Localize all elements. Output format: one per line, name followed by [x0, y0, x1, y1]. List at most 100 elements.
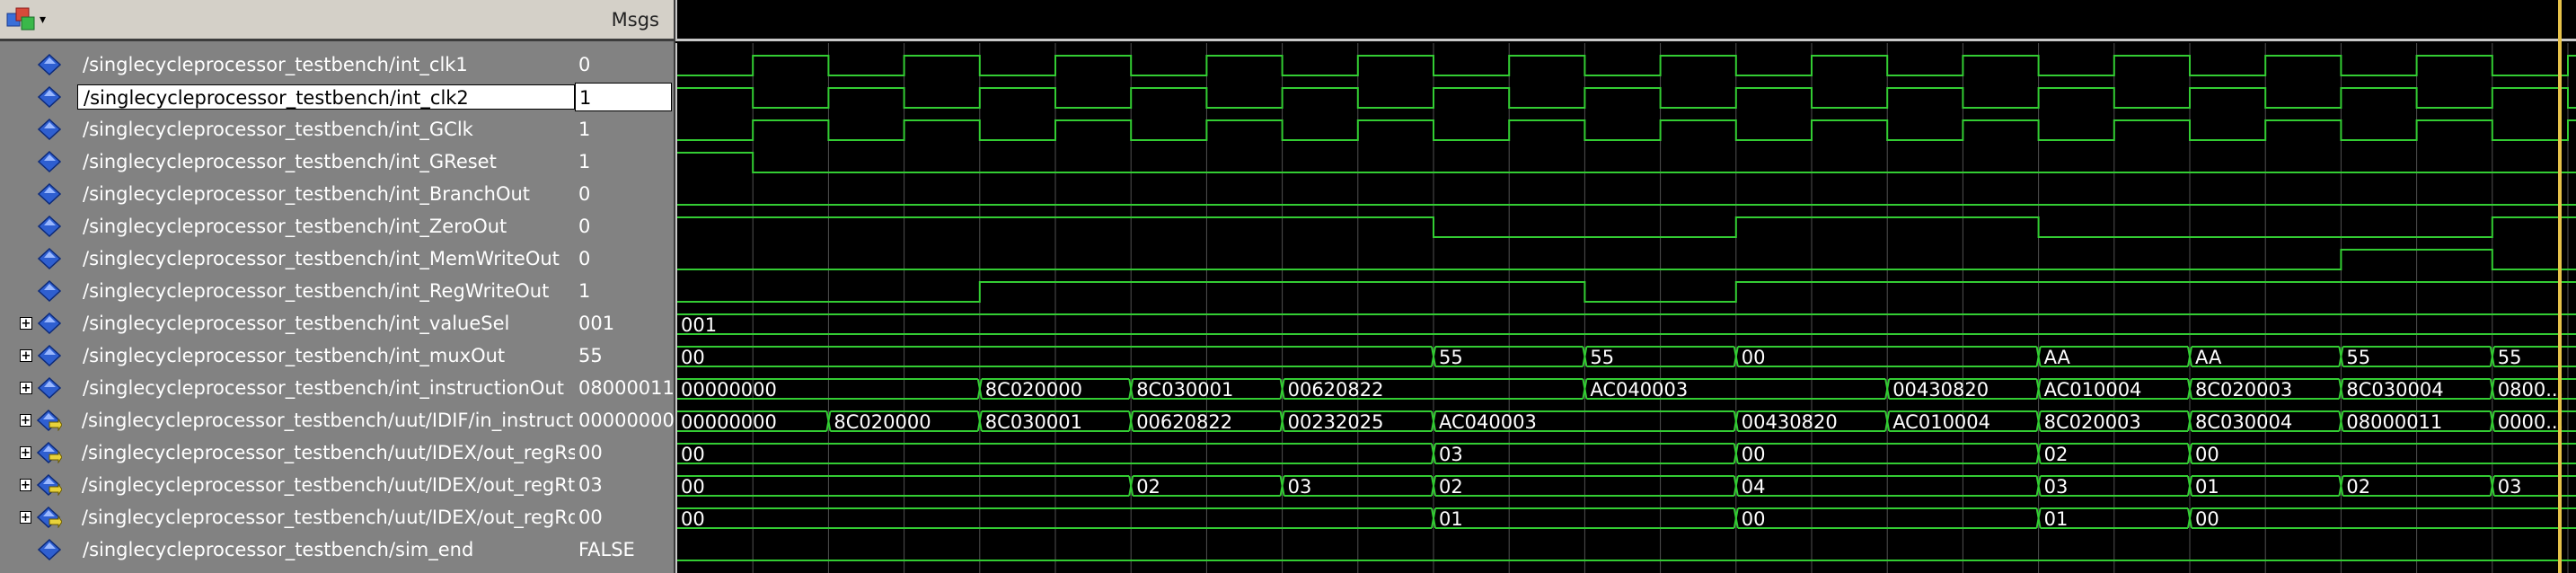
wave-window: ▾ /singlecycleprocessor_testbench/int_cl… [0, 0, 2576, 573]
signal-row[interactable]: /singlecycleprocessor_testbench/int_RegW… [0, 277, 575, 305]
signal-row[interactable]: /singlecycleprocessor_testbench/int_Zero… [0, 212, 575, 241]
signal-value: 001 [578, 313, 615, 334]
expand-icon[interactable]: + [20, 317, 32, 330]
signal-name[interactable]: /singlecycleprocessor_testbench/int_clk2 [77, 84, 575, 110]
waveform-pane[interactable]: 001 00 55 55 00 AA AA 55 55 00000000 8C020000 8C030… [675, 0, 2576, 573]
expand-icon[interactable]: + [20, 382, 32, 394]
signal-value: 00 [578, 442, 603, 463]
signal-row[interactable]: /singlecycleprocessor_testbench/int_Bran… [0, 180, 575, 208]
signal-value: 1 [575, 83, 672, 111]
signal-name[interactable]: /singlecycleprocessor_testbench/int_GClk [77, 117, 575, 142]
signal-name[interactable]: /singlecycleprocessor_testbench/int_Bran… [77, 181, 575, 207]
signal-value: 08000011 [578, 377, 675, 399]
bus-value-label: 00 [681, 508, 705, 530]
signal-row[interactable]: + /singlecycleprocessor_testbench/int_ins… [0, 374, 575, 402]
bus-value-label: 02 [2044, 444, 2069, 465]
digital-wave [677, 216, 2576, 238]
signal-diamond-icon [36, 312, 63, 335]
bus-value-label: 8C020003 [2195, 379, 2292, 401]
signal-diamond-icon [36, 150, 63, 173]
expand-icon[interactable]: + [20, 446, 31, 459]
bus-value-label: 00620822 [1288, 379, 1384, 401]
toolbar: ▾ [0, 0, 575, 41]
bus-value-label: 00 [2195, 444, 2219, 465]
signal-name[interactable]: /singlecycleprocessor_testbench/int_inst… [77, 375, 575, 401]
signal-name[interactable]: /singlecycleprocessor_testbench/uut/IDEX… [76, 505, 585, 530]
bus-value-label: 03 [1439, 444, 1463, 465]
signal-name[interactable]: /singlecycleprocessor_testbench/int_Zero… [77, 214, 575, 239]
bus-value-label: 03 [1288, 476, 1312, 498]
signal-row[interactable]: +/singlecycleprocessor_testbench/uut/IDE… [0, 503, 579, 532]
port-signal-icon [35, 473, 63, 497]
signal-name[interactable]: /singlecycleprocessor_testbench/int_MemW… [77, 246, 575, 271]
signal-value: FALSE [578, 539, 635, 560]
signal-row[interactable]: /singlecycleprocessor_testbench/int_GRes… [0, 147, 575, 176]
bus-value-label: AA [2195, 347, 2222, 368]
bus-value-label: 8C020000 [985, 379, 1082, 401]
signal-name-pane: ▾ /singlecycleprocessor_testbench/int_cl… [0, 0, 602, 573]
bus-value-label: 55 [1590, 347, 1614, 368]
signal-row[interactable]: + /singlecycleprocessor_testbench/int_mux… [0, 341, 575, 370]
signal-value: 1 [578, 119, 591, 140]
bus-value-label: 00 [1742, 347, 1766, 368]
signal-diamond-icon [36, 376, 63, 400]
signal-diamond-icon [36, 118, 63, 141]
bus-value-label: 02 [1136, 476, 1160, 498]
signal-name[interactable]: /singlecycleprocessor_testbench/uut/IDEX… [76, 440, 583, 465]
signal-value: 1 [578, 280, 591, 302]
expand-icon[interactable]: + [20, 414, 31, 427]
expand-icon[interactable]: + [20, 511, 31, 524]
bus-value-label: 00 [681, 476, 705, 498]
bus-value-label: AC010004 [1892, 411, 1990, 433]
bus-value-label: 03 [2044, 476, 2069, 498]
port-signal-icon [35, 441, 63, 464]
signal-value: 00 [578, 507, 603, 528]
bus-value-label: 8C030001 [1136, 379, 1233, 401]
dropdown-icon[interactable]: ▾ [40, 13, 46, 27]
bus-value-label: 00430820 [1742, 411, 1838, 433]
signal-row[interactable]: /singlecycleprocessor_testbench/int_clk1 [0, 50, 575, 79]
signal-row[interactable]: /singlecycleprocessor_testbench/int_MemW… [0, 244, 575, 273]
signal-diamond-icon [36, 344, 63, 367]
signal-name[interactable]: /singlecycleprocessor_testbench/int_muxO… [77, 343, 575, 368]
bus-value-label: 02 [2346, 476, 2370, 498]
waveform-canvas[interactable]: 00100 55 55 00 AA AA 55 5500000000 8C020000 8C030… [675, 0, 2576, 573]
signal-diamond-icon [36, 538, 63, 561]
bus-value-label: 02 [1439, 476, 1463, 498]
signal-row[interactable]: +/singlecycleprocessor_testbench/uut/IDI… [0, 406, 602, 435]
digital-wave [677, 55, 2576, 76]
digital-wave [677, 119, 2576, 141]
signal-name[interactable]: /singlecycleprocessor_testbench/int_RegW… [77, 278, 575, 304]
signal-row[interactable]: /singlecycleprocessor_testbench/sim_end [0, 535, 575, 564]
signal-name[interactable]: /singlecycleprocessor_testbench/sim_end [77, 537, 575, 562]
signal-name[interactable]: /singlecycleprocessor_testbench/int_valu… [77, 311, 575, 336]
bus-value-label: 8C030004 [2195, 411, 2292, 433]
signal-value: 00000000 [578, 410, 675, 431]
signal-name[interactable]: /singlecycleprocessor_testbench/uut/IDEX… [76, 472, 580, 498]
bus-value-label: 00430820 [1892, 379, 1989, 401]
bus-value-label: 01 [2195, 476, 2219, 498]
signal-row[interactable]: /singlecycleprocessor_testbench/int_clk2 [0, 83, 575, 111]
signal-name[interactable]: /singlecycleprocessor_testbench/int_GRes… [77, 149, 575, 174]
digital-wave [677, 249, 2576, 270]
signal-row[interactable]: +/singlecycleprocessor_testbench/uut/IDE… [0, 471, 575, 499]
bus-value-label: 00000000 [681, 379, 777, 401]
msgs-header: Msgs [575, 0, 674, 41]
bus-value-label: 8C020003 [2044, 411, 2141, 433]
expand-icon[interactable]: + [20, 349, 32, 362]
signal-name[interactable]: /singlecycleprocessor_testbench/int_clk1 [77, 52, 575, 77]
bus-value-label: 00000000 [681, 411, 777, 433]
bus-value-label: 08000011 [2346, 411, 2442, 433]
bus-value-label: 01 [1439, 508, 1463, 530]
signal-diamond-icon [36, 279, 63, 303]
signal-row[interactable]: /singlecycleprocessor_testbench/int_GClk [0, 115, 575, 144]
wave-tool-icon[interactable] [5, 6, 38, 33]
signal-diamond-icon [36, 215, 63, 238]
signal-name[interactable]: /singlecycleprocessor_testbench/uut/IDIF… [76, 408, 607, 433]
signal-row[interactable]: +/singlecycleprocessor_testbench/uut/IDE… [0, 438, 578, 467]
signal-row[interactable]: + /singlecycleprocessor_testbench/int_val… [0, 309, 575, 338]
digital-wave [677, 281, 2576, 303]
bus-value-label: 001 [681, 314, 717, 336]
bus-value-label: AC010004 [2044, 379, 2142, 401]
expand-icon[interactable]: + [20, 479, 31, 491]
